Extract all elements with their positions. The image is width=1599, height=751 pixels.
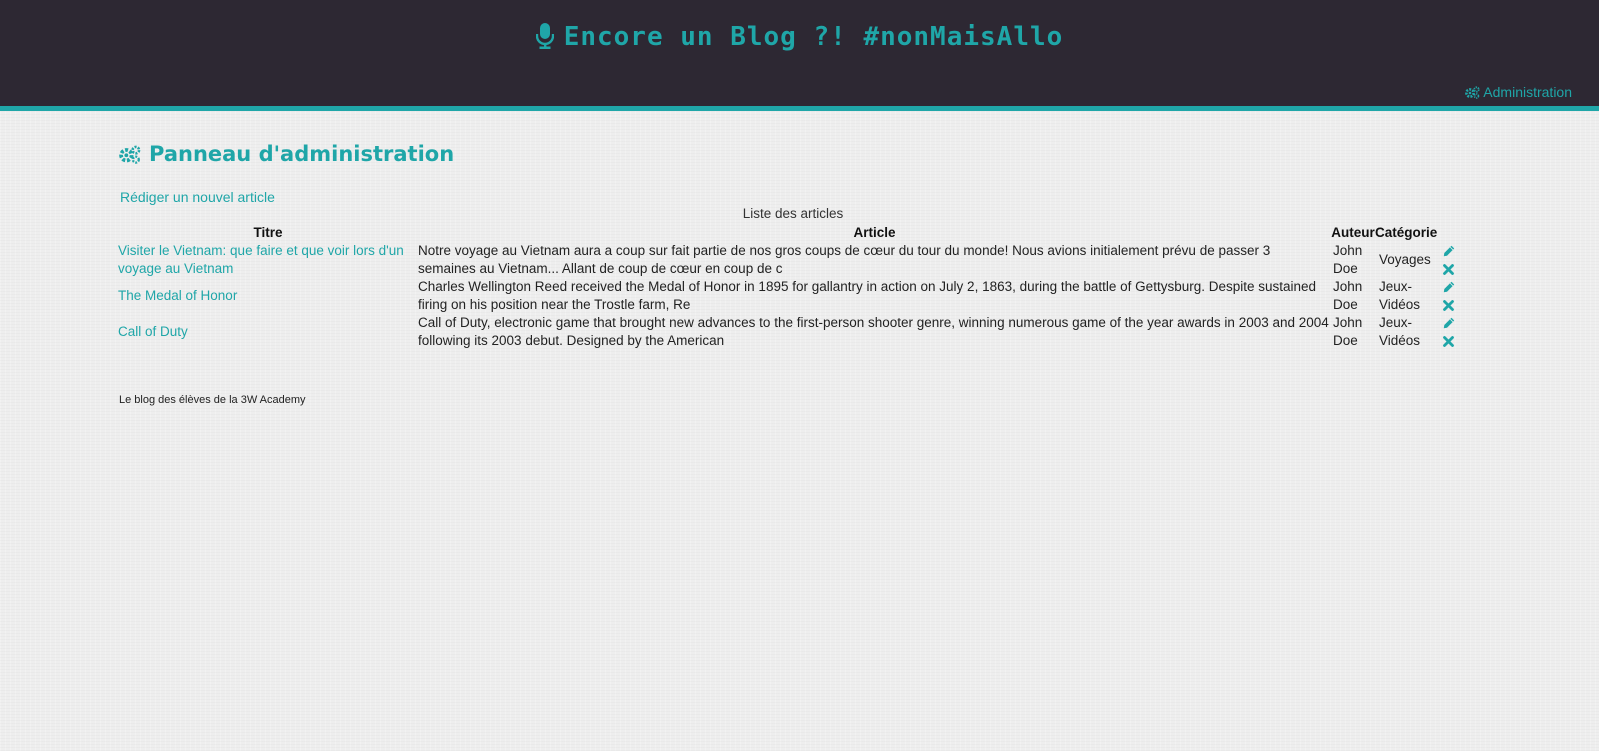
row-article-cell: Notre voyage au Vietnam aura a coup sur … [418, 243, 1271, 276]
site-title[interactable]: Encore un Blog ?! #nonMaisAllo [0, 22, 1599, 52]
row-article-cell: Charles Wellington Reed received the Med… [418, 279, 1317, 312]
column-header-author: Auteur [1331, 225, 1375, 240]
article-title-link[interactable]: The Medal of Honor [118, 288, 237, 303]
delete-button[interactable] [1443, 332, 1468, 350]
table-header-row: Titre Article Auteur Catégorie [118, 224, 1468, 242]
row-author-cell: John Doe [1333, 279, 1363, 312]
gears-icon [1465, 86, 1480, 99]
row-actions-cell [1433, 314, 1468, 350]
site-header: Encore un Blog ?! #nonMaisAllo Administr… [0, 0, 1599, 111]
edit-button[interactable] [1443, 242, 1468, 260]
gears-icon [119, 145, 141, 164]
column-header-title: Titre [253, 225, 283, 240]
row-category-cell: Voyages [1379, 252, 1431, 267]
article-title-link[interactable]: Visiter le Vietnam: que faire et que voi… [118, 243, 404, 276]
edit-button[interactable] [1443, 314, 1468, 332]
table-caption: Liste des articles [742, 206, 844, 221]
footer-text: Le blog des élèves de la 3W Academy [119, 394, 306, 406]
page-title: Panneau d'administration [119, 142, 454, 166]
articles-table: Liste des articles Titre Article Auteur … [118, 205, 1468, 350]
table-row: Visiter le Vietnam: que faire et que voi… [118, 242, 1468, 278]
administration-link[interactable]: Administration [1465, 84, 1572, 100]
column-header-actions [1433, 224, 1468, 242]
delete-button[interactable] [1443, 260, 1468, 278]
row-title-cell: The Medal of Honor [118, 278, 418, 314]
edit-button[interactable] [1443, 278, 1468, 296]
close-icon [1443, 300, 1454, 311]
column-header-category: Catégorie [1375, 225, 1438, 240]
row-title-cell: Visiter le Vietnam: que faire et que voi… [118, 242, 418, 278]
row-author-cell: John Doe [1333, 243, 1363, 276]
delete-button[interactable] [1443, 296, 1468, 314]
row-category-cell: Jeux-Vidéos [1379, 279, 1421, 312]
row-article-cell: Call of Duty, electronic game that broug… [418, 315, 1329, 348]
row-actions-cell [1433, 242, 1468, 278]
pencil-icon [1443, 245, 1455, 257]
close-icon [1443, 336, 1454, 347]
table-row: The Medal of Honor Charles Wellington Re… [118, 278, 1468, 314]
table-row: Call of Duty Call of Duty, electronic ga… [118, 314, 1468, 350]
row-title-cell: Call of Duty [118, 314, 418, 350]
column-header-article: Article [853, 225, 896, 240]
administration-link-label: Administration [1483, 84, 1572, 100]
article-title-link[interactable]: Call of Duty [118, 324, 188, 339]
row-author-cell: John Doe [1333, 315, 1363, 348]
new-article-link[interactable]: Rédiger un nouvel article [120, 189, 275, 205]
row-category-cell: Jeux-Vidéos [1379, 315, 1421, 348]
site-title-text: Encore un Blog ?! #nonMaisAllo [563, 22, 1064, 52]
microphone-icon [535, 23, 554, 49]
page-title-text: Panneau d'administration [149, 142, 455, 166]
pencil-icon [1443, 281, 1455, 293]
row-actions-cell [1433, 278, 1468, 314]
pencil-icon [1443, 317, 1455, 329]
close-icon [1443, 264, 1454, 275]
